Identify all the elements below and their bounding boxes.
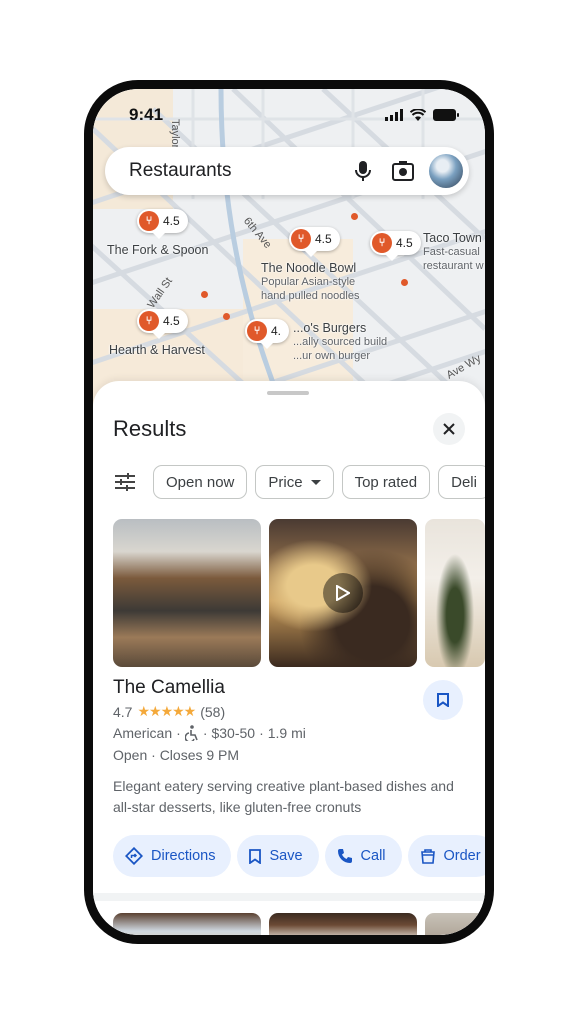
- mic-icon[interactable]: [343, 151, 383, 191]
- close-icon: [443, 423, 455, 435]
- map-dot[interactable]: [201, 291, 208, 298]
- chip-delivery[interactable]: Deli: [438, 465, 485, 499]
- order-button[interactable]: Order: [407, 835, 485, 877]
- caret-down-icon: [310, 479, 321, 485]
- phone-frame: 9:41 Taylor 6th Ave Wall St Ave Wy Resta…: [84, 80, 494, 944]
- hours: Open · Closes 9 PM: [113, 747, 240, 763]
- video-food[interactable]: [269, 519, 417, 667]
- meta-row: American · · $30-50 · 1.9 mi: [113, 725, 306, 741]
- map-pin-hearth-harvest[interactable]: ⑂ 4.5: [137, 309, 188, 339]
- status-time: 9:41: [129, 105, 164, 124]
- restaurant-icon: ⑂: [247, 321, 267, 341]
- map-pin-fork-spoon[interactable]: ⑂ 4.5: [137, 209, 188, 239]
- photo-next-2[interactable]: [269, 913, 417, 935]
- call-button[interactable]: Call: [324, 835, 402, 877]
- battery-icon: [433, 109, 459, 121]
- search-bar[interactable]: Restaurants: [105, 147, 469, 195]
- filter-bar: Open now Price Top rated Deli: [111, 465, 485, 499]
- pin-label: Hearth & Harvest: [109, 343, 205, 357]
- status-bar: 9:41: [93, 89, 485, 137]
- pin-label: Taco Town Fast-casual restaurant w: [423, 231, 484, 272]
- restaurant-icon: ⑂: [139, 311, 159, 331]
- tune-icon: [115, 473, 135, 491]
- chip-price[interactable]: Price: [255, 465, 334, 499]
- map-pin-noodle-bowl[interactable]: ⑂ 4.5: [289, 227, 340, 257]
- street-label-taylor: Taylor: [169, 119, 181, 149]
- photo-dish[interactable]: [425, 519, 485, 667]
- chip-top-rated[interactable]: Top rated: [341, 465, 431, 499]
- directions-icon: [125, 847, 143, 865]
- pin-label: The Noodle Bowl Popular Asian-style hand …: [261, 261, 360, 302]
- photo-interior[interactable]: [113, 519, 261, 667]
- rating-value: 4.7: [113, 703, 133, 720]
- signal-icon: [385, 109, 403, 121]
- drag-handle[interactable]: [267, 391, 309, 395]
- results-sheet: Results Open now Price Top rated Deli Th…: [93, 381, 485, 935]
- star-rating: ★★★★★: [137, 703, 196, 719]
- map-dot[interactable]: [223, 313, 230, 320]
- phone-icon: [337, 849, 352, 863]
- pin-label: ...o's Burgers ...ally sourced build ...u…: [293, 321, 388, 362]
- chip-open-now[interactable]: Open now: [153, 465, 248, 499]
- restaurant-icon: ⑂: [372, 233, 392, 253]
- close-button[interactable]: [433, 413, 465, 445]
- action-buttons: Directions Save Call Order: [113, 835, 485, 877]
- bookmark-icon: [249, 848, 262, 864]
- bookmark-icon: [437, 693, 449, 707]
- camera-lens-icon[interactable]: [383, 151, 423, 191]
- map-pin-taco-town[interactable]: ⑂ 4.5: [370, 231, 421, 261]
- price-range: $30-50: [211, 725, 256, 741]
- pin-label: The Fork & Spoon: [107, 243, 209, 257]
- restaurant-icon: ⑂: [139, 211, 159, 231]
- map-pin-burgers[interactable]: ⑂ 4.: [245, 319, 290, 349]
- map[interactable]: 9:41 Taylor 6th Ave Wall St Ave Wy Resta…: [93, 89, 485, 409]
- cuisine: American: [113, 725, 173, 741]
- sheet-title: Results: [113, 416, 187, 441]
- review-count[interactable]: (58): [200, 704, 225, 720]
- filter-settings-button[interactable]: [111, 466, 139, 498]
- photo-next-1[interactable]: [113, 913, 261, 935]
- rating-row: 4.7 ★★★★★ (58): [113, 703, 225, 720]
- wifi-icon: [410, 109, 426, 121]
- avatar[interactable]: [429, 154, 463, 188]
- photo-carousel[interactable]: [113, 519, 485, 667]
- next-result-photos[interactable]: [113, 913, 485, 935]
- photo-next-3[interactable]: [425, 913, 485, 935]
- search-input[interactable]: Restaurants: [129, 160, 343, 182]
- status-icons: [385, 109, 459, 121]
- place-description: Elegant eatery serving creative plant-ba…: [113, 778, 454, 815]
- map-dot[interactable]: [351, 213, 358, 220]
- save-button[interactable]: Save: [237, 835, 319, 877]
- wheelchair-icon: [184, 725, 198, 741]
- play-icon[interactable]: [323, 573, 363, 613]
- screen: 9:41 Taylor 6th Ave Wall St Ave Wy Resta…: [93, 89, 485, 935]
- place-name[interactable]: The Camellia: [113, 677, 225, 699]
- distance: 1.9 mi: [267, 725, 306, 741]
- map-dot[interactable]: [401, 279, 408, 286]
- order-bag-icon: [420, 849, 435, 864]
- restaurant-icon: ⑂: [291, 229, 311, 249]
- directions-button[interactable]: Directions: [113, 835, 232, 877]
- section-divider: [93, 893, 485, 901]
- bookmark-button[interactable]: [423, 680, 463, 720]
